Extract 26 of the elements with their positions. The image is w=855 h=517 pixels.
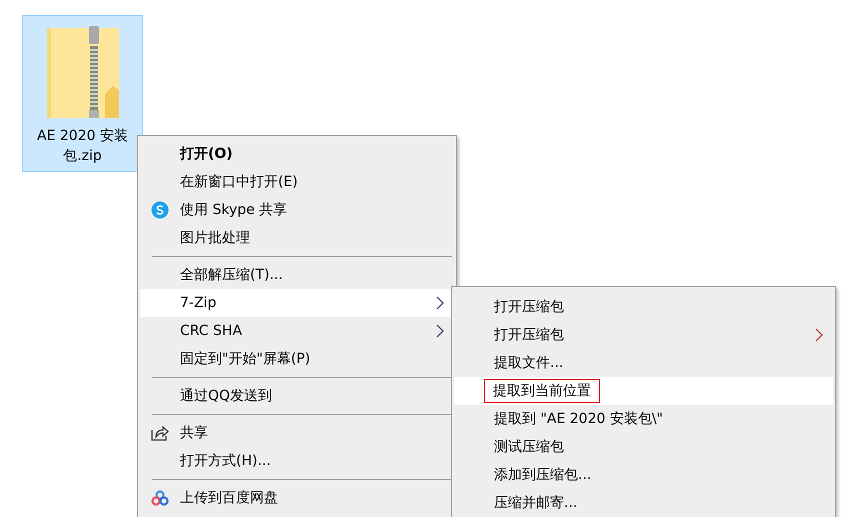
menu-item[interactable]: 打开压缩包 (454, 293, 833, 321)
menu-item[interactable]: 使用 Skype 共享 (140, 196, 454, 224)
menu-item[interactable]: 打开(O) (140, 140, 454, 168)
menu-item[interactable]: 通过QQ发送到 (140, 382, 454, 410)
menu-item[interactable]: 打开方式(H)... (140, 447, 454, 475)
share-icon (151, 425, 169, 441)
menu-item[interactable]: 测试压缩包 (454, 433, 833, 461)
menu-item[interactable]: 全部解压缩(T)... (140, 261, 454, 289)
file-name: AE 2020 安装包.zip (36, 127, 129, 166)
menu-item[interactable]: 打开压缩包 (454, 321, 833, 349)
menu-item[interactable]: 压缩并邮寄... (454, 489, 833, 517)
menu-item[interactable]: CRC SHA (140, 317, 454, 345)
menu-item[interactable]: 在新窗口中打开(E) (140, 168, 454, 196)
menu-item[interactable]: 添加到压缩包... (454, 461, 833, 489)
menu-item[interactable]: 7-Zip (140, 289, 454, 317)
menu-item[interactable]: 共享 (140, 419, 454, 447)
menu-item[interactable]: 上传到百度网盘 (140, 484, 454, 512)
skype-icon (151, 201, 169, 219)
menu-item[interactable]: 提取文件... (454, 349, 833, 377)
menu-item[interactable]: 固定到"开始"屏幕(P) (140, 345, 454, 373)
zip-folder-icon (44, 24, 120, 120)
menu-item[interactable]: 图片批处理 (140, 224, 454, 252)
cloud-icon (151, 490, 169, 506)
menu-item[interactable]: 提取到当前位置 (454, 377, 833, 405)
file-tile[interactable]: AE 2020 安装包.zip (22, 15, 143, 172)
menu-item[interactable]: 提取到 "AE 2020 安装包\" (454, 405, 833, 433)
